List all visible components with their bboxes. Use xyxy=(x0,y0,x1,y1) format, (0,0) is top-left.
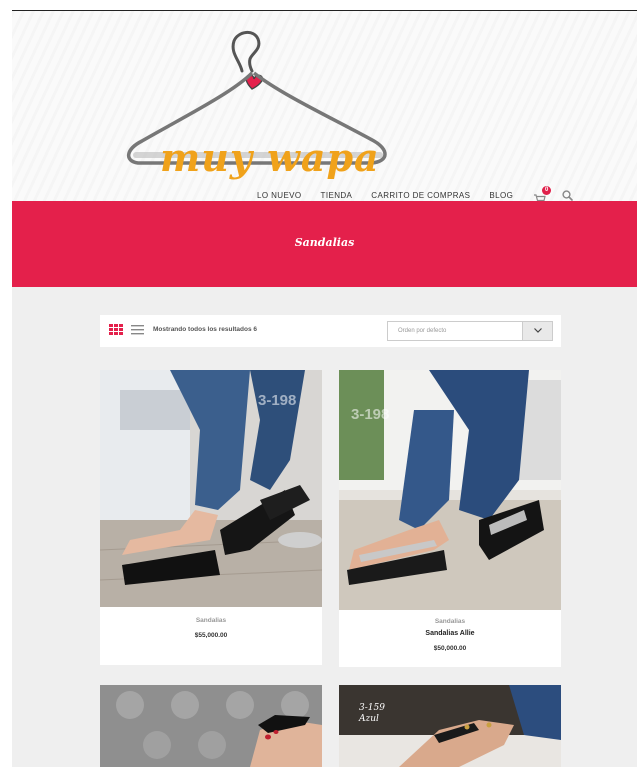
product-image[interactable] xyxy=(100,685,322,767)
nav-item-tienda[interactable]: TIENDA xyxy=(321,191,353,200)
product-title[interactable]: Sandalias Allie xyxy=(339,630,561,637)
photo-code-tag: 3-159 Azul xyxy=(359,703,385,725)
main-nav: LO NUEVO TIENDA CARRITO DE COMPRAS BLOG … xyxy=(257,185,574,201)
list-view-icon[interactable] xyxy=(131,324,144,335)
product-card[interactable]: 3-159 Azul xyxy=(339,685,561,767)
photo-watermark: 3-198 xyxy=(351,406,390,423)
photo-watermark: 3-198 xyxy=(258,392,297,409)
cart-button[interactable]: 0 xyxy=(534,185,552,201)
shop-toolbar: Mostrando todos los resultados 6 Orden p… xyxy=(100,315,561,347)
product-image[interactable]: 3-159 Azul xyxy=(339,685,561,767)
cart-icon xyxy=(534,193,546,201)
site-logo[interactable]: muy wapa xyxy=(112,23,412,183)
product-card[interactable]: 3-198 Sandalias $55,000.00 xyxy=(100,370,322,665)
orderby-dropdown-button[interactable] xyxy=(522,322,552,340)
nav-item-lo-nuevo[interactable]: LO NUEVO xyxy=(257,191,302,200)
product-photo xyxy=(100,685,322,767)
product-category[interactable]: Sandalias xyxy=(339,618,561,625)
nav-item-blog[interactable]: BLOG xyxy=(489,191,513,200)
product-photo xyxy=(339,685,561,767)
page-title-text: Sandalias xyxy=(294,236,355,249)
grid-view-icon[interactable] xyxy=(109,324,123,335)
product-image[interactable]: 3-198 xyxy=(100,370,322,607)
cart-count-badge: 0 xyxy=(542,185,552,195)
shop-content: Mostrando todos los resultados 6 Orden p… xyxy=(12,287,637,767)
product-category[interactable]: Sandalias xyxy=(100,617,322,624)
site-header: muy wapa LO NUEVO TIENDA CARRITO DE COMP… xyxy=(12,11,637,201)
result-count: Mostrando todos los resultados 6 xyxy=(153,326,258,333)
photo-color: Azul xyxy=(359,714,379,724)
product-card[interactable]: 3-198 Sandalias Sandalias Allie $50,000.… xyxy=(339,370,561,667)
orderby-select[interactable]: Orden por defecto xyxy=(387,321,553,341)
orderby-selected-value: Orden por defecto xyxy=(398,328,447,334)
product-price: $50,000.00 xyxy=(433,645,467,652)
product-card[interactable] xyxy=(100,685,322,767)
search-icon[interactable] xyxy=(562,190,574,201)
page-hero-banner: Sandalias xyxy=(12,201,637,287)
photo-code: 3-159 xyxy=(359,703,385,713)
nav-item-carrito[interactable]: CARRITO DE COMPRAS xyxy=(371,191,470,200)
logo-text: muy wapa xyxy=(160,135,380,180)
product-image[interactable]: 3-198 xyxy=(339,370,561,610)
product-price: $55,000.00 xyxy=(194,632,228,639)
chevron-down-icon xyxy=(534,328,542,333)
page-title: Sandalias xyxy=(12,236,637,249)
